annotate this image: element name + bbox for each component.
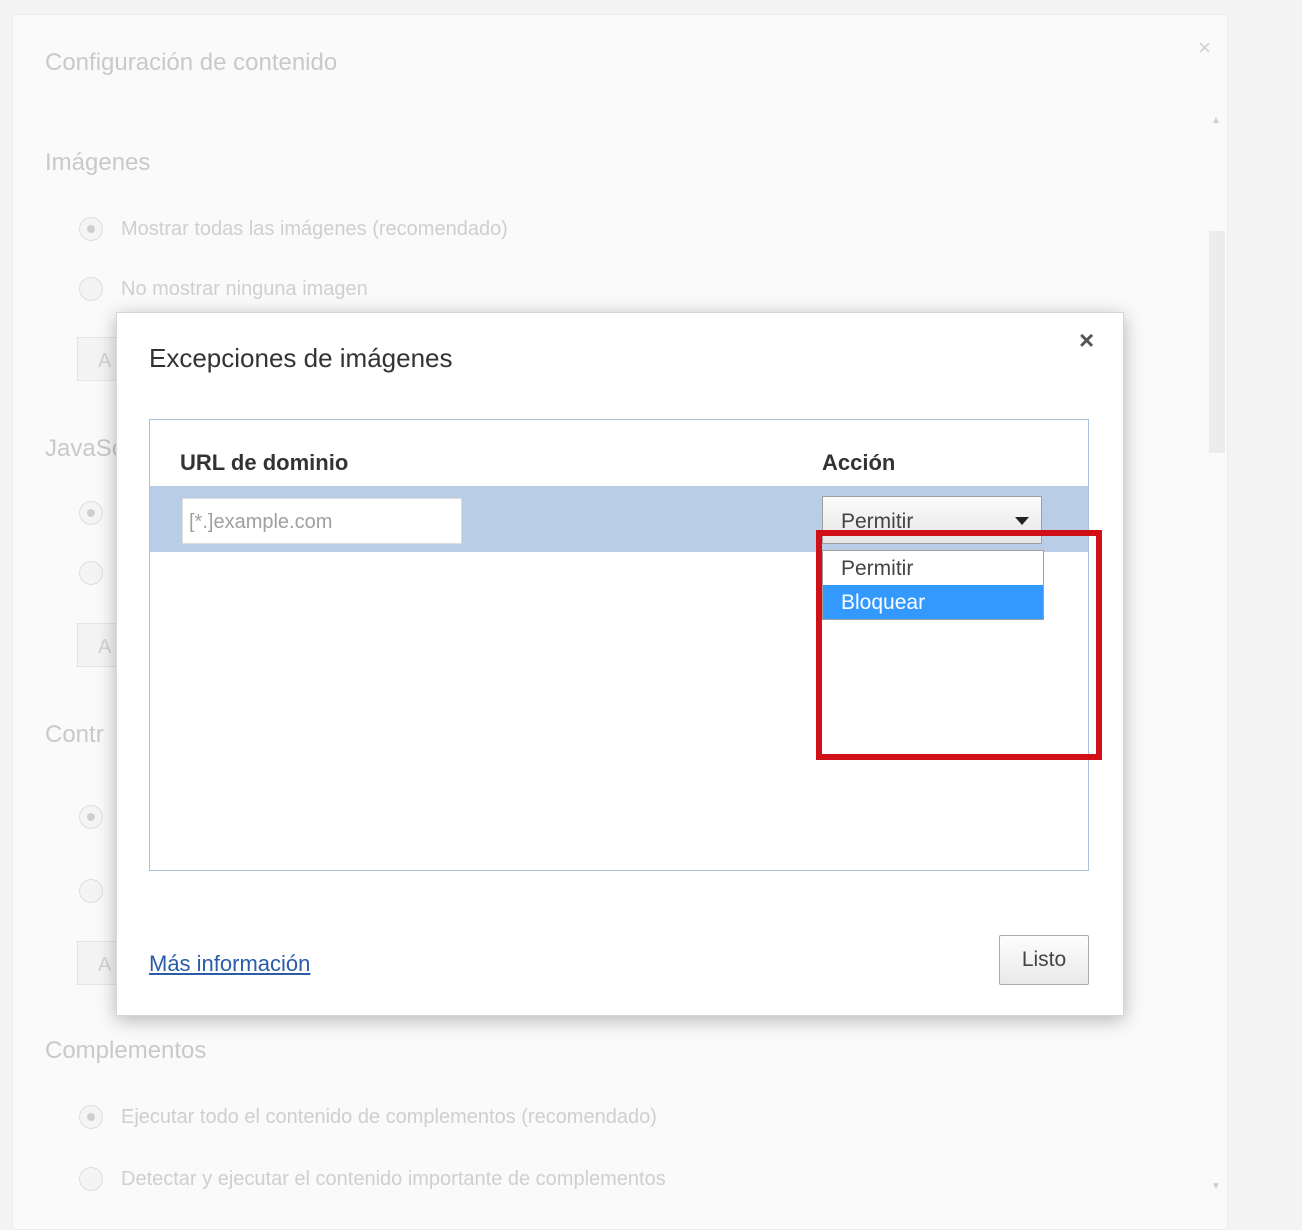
radio-label: Mostrar todas las imágenes (recomendado) <box>121 217 508 240</box>
column-header-domain: URL de dominio <box>180 450 349 475</box>
table-row[interactable]: [*.]example.com Permitir <box>150 486 1088 552</box>
close-icon[interactable]: × <box>1079 325 1094 356</box>
radio-button-icon[interactable] <box>79 561 103 585</box>
section-heading-javascript: JavaSc <box>45 435 124 462</box>
image-exceptions-dialog: Excepciones de imágenes × URL de dominio… <box>116 312 1124 1016</box>
domain-input[interactable]: [*.]example.com <box>182 498 462 544</box>
radio-button-icon[interactable] <box>79 217 103 241</box>
dialog-title: Excepciones de imágenes <box>149 343 453 373</box>
radio-button-icon[interactable] <box>79 501 103 525</box>
column-header-action: Acción <box>822 450 896 475</box>
scroll-up-icon[interactable]: ▲ <box>1211 115 1221 126</box>
section-heading-plugins: Complementos <box>45 1037 207 1064</box>
radio-button-icon[interactable] <box>79 1105 103 1129</box>
radio-controllers-1[interactable] <box>79 805 103 829</box>
radio-button-icon[interactable] <box>79 879 103 903</box>
radio-label: Detectar y ejecutar el contenido importa… <box>121 1167 666 1190</box>
radio-javascript-1[interactable] <box>79 501 103 525</box>
radio-javascript-2[interactable] <box>79 561 103 585</box>
section-heading-controllers: Contr <box>45 721 104 748</box>
dropdown-option-permitir[interactable]: Permitir <box>823 551 1043 585</box>
scroll-down-icon[interactable]: ▼ <box>1211 1181 1221 1192</box>
radio-label: Ejecutar todo el contenido de complement… <box>121 1105 657 1128</box>
scrollbar-thumb[interactable] <box>1209 231 1225 453</box>
action-select[interactable]: Permitir <box>822 496 1042 544</box>
radio-button-icon[interactable] <box>79 277 103 301</box>
radio-detect-plugins[interactable]: Detectar y ejecutar el contenido importa… <box>79 1167 666 1191</box>
close-icon[interactable]: × <box>1198 35 1211 61</box>
radio-button-icon[interactable] <box>79 1167 103 1191</box>
radio-hide-images[interactable]: No mostrar ninguna imagen <box>79 277 368 301</box>
action-dropdown-list: Permitir Bloquear <box>822 550 1044 620</box>
radio-run-all-plugins[interactable]: Ejecutar todo el contenido de complement… <box>79 1105 657 1129</box>
more-info-link[interactable]: Más información <box>149 951 310 977</box>
radio-controllers-2[interactable] <box>79 879 103 903</box>
scrollbar[interactable]: ▲ ▼ <box>1209 115 1225 1215</box>
dropdown-arrow-icon[interactable] <box>1015 517 1029 525</box>
action-select-value: Permitir <box>841 510 914 533</box>
settings-title: Configuración de contenido <box>45 49 338 76</box>
done-button[interactable]: Listo <box>999 935 1089 985</box>
exceptions-table: URL de dominio Acción [*.]example.com Pe… <box>149 419 1102 871</box>
section-heading-images: Imágenes <box>45 149 151 176</box>
radio-label: No mostrar ninguna imagen <box>121 277 368 300</box>
radio-button-icon[interactable] <box>79 805 103 829</box>
radio-show-all-images[interactable]: Mostrar todas las imágenes (recomendado) <box>79 217 508 241</box>
dropdown-option-bloquear[interactable]: Bloquear <box>823 585 1043 619</box>
